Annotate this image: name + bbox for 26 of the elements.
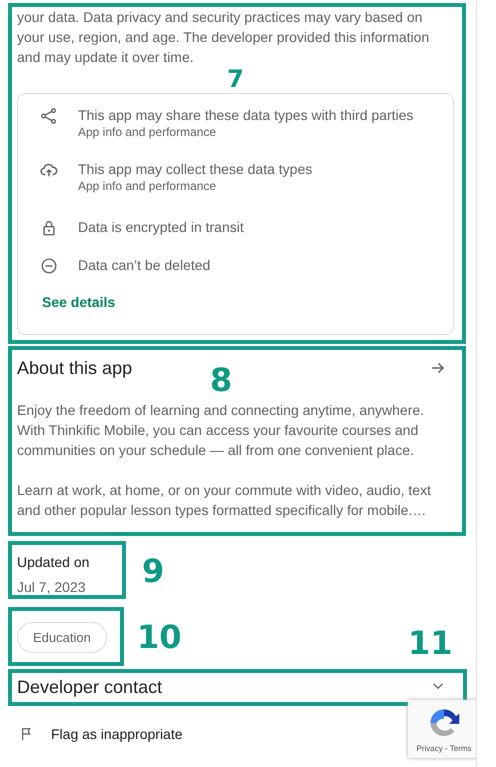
description-text: Enjoy the freedom of learning and connecting anytime, anywhere. With Thinkific Mobile, you can access your favourite courses and communities on your schedule — all from one convenient place.: [17, 401, 426, 460]
category-chip[interactable]: Education: [17, 622, 107, 653]
section-heading: Developer contact: [17, 677, 162, 698]
annotation-number: 11: [408, 627, 453, 659]
data-safety-item: Data can’t be deleted: [78, 256, 210, 275]
see-details-link[interactable]: See details: [42, 294, 116, 310]
updated-label: Updated on: [17, 553, 90, 571]
updated-date: Jul 7, 2023: [17, 578, 86, 597]
annotation-number: 7: [227, 67, 244, 91]
annotation-number: 9: [142, 555, 164, 587]
share-icon: [40, 107, 58, 125]
intro-text: your data. Data privacy and security practices may vary based on your use, region, and age. The developer provided this information and may update it over time.: [17, 8, 430, 67]
annotation-number: 8: [210, 364, 232, 396]
data-safety-item: Data is encrypted in transit: [78, 218, 244, 237]
section-heading: About this app: [17, 358, 132, 378]
data-safety-item: This app may share these data types with third parties: [78, 106, 414, 125]
privacy-terms-text[interactable]: Privacy - Terms: [416, 744, 472, 753]
minus-circle-icon: [40, 257, 58, 275]
description-text: Learn at work, at home, or on your commute with video, audio, text and other popular lesson types formatted specifically for mobile.…: [17, 481, 432, 520]
data-type-text: App info and performance: [78, 125, 218, 140]
data-type-text: App info and performance: [78, 179, 218, 194]
arrow-right-icon[interactable]: [430, 360, 446, 376]
data-safety-item: This app may collect these data types: [78, 160, 312, 179]
flag-link[interactable]: Flag as inappropriate: [51, 726, 183, 742]
cloud-upload-icon: [40, 161, 58, 179]
annotation-number: 10: [137, 621, 182, 653]
